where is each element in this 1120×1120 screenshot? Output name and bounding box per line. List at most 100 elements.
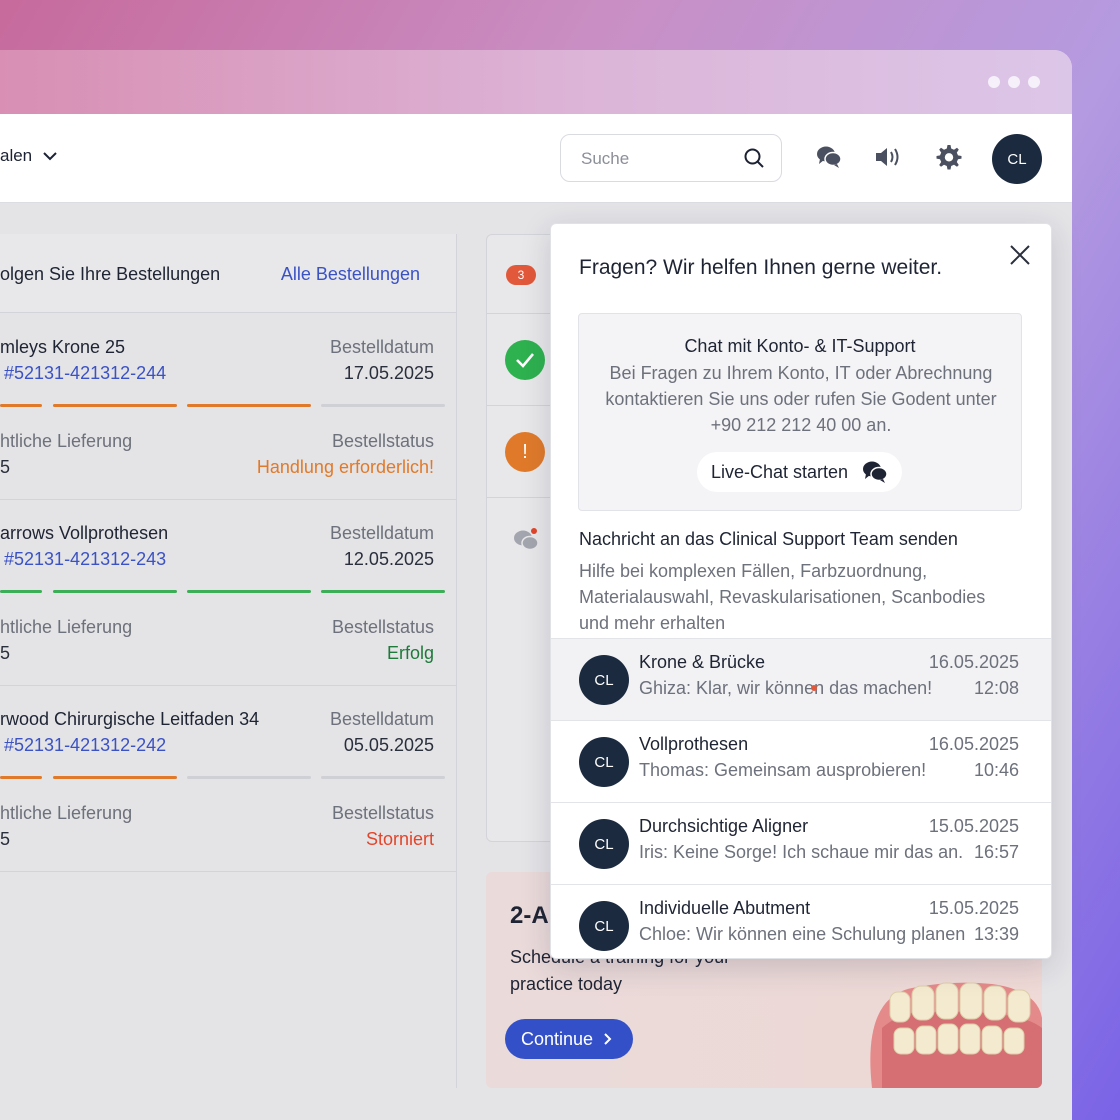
progress-segment	[0, 590, 42, 593]
support-chat-popover: Fragen? Wir helfen Ihnen gerne weiter. C…	[550, 223, 1052, 959]
progress-segment	[53, 404, 177, 407]
order-name: rwood Chirurgische Leitfaden 34	[0, 709, 260, 729]
order-card[interactable]: arrows Vollprothesen #52131-421312-243 B…	[0, 499, 456, 686]
progress-segment	[187, 404, 311, 407]
conversation-title: Individuelle Abutment	[639, 898, 811, 918]
avatar: CL	[579, 819, 629, 869]
search-input[interactable]	[579, 148, 733, 170]
progress-segment	[321, 776, 445, 779]
progress-segment	[321, 404, 445, 407]
conversation-item[interactable]: CL Krone & Brücke 16.05.2025 Ghiza: Klar…	[551, 638, 1051, 721]
conversation-title: Krone & Brücke	[639, 652, 766, 672]
unread-dot	[811, 685, 817, 691]
order-status: Handlung erforderlich!	[256, 457, 434, 477]
order-name: arrows Vollprothesen	[0, 523, 169, 543]
conversation-item[interactable]: CL Durchsichtige Aligner 15.05.2025 Iris…	[551, 802, 1051, 885]
conversation-item[interactable]: CL Vollprothesen 16.05.2025 Thomas: Geme…	[551, 720, 1051, 803]
speaker-icon[interactable]	[874, 144, 902, 170]
continue-button[interactable]: Continue	[505, 1019, 634, 1059]
order-progress-bar	[0, 776, 446, 779]
nav-dropdown[interactable]: alen	[0, 146, 58, 166]
progress-segment	[0, 404, 42, 407]
it-support-box: Chat mit Konto- & IT-Support Bei Fragen …	[578, 313, 1022, 511]
order-name: mleys Krone 25	[0, 337, 126, 357]
conversation-date: 16.05.2025	[928, 652, 1019, 672]
chat-bubbles-icon[interactable]	[816, 144, 842, 170]
order-status-label: Bestellstatus	[331, 617, 434, 637]
all-orders-link[interactable]: Alle Bestellungen	[281, 264, 420, 285]
order-date: 12.05.2025	[343, 549, 434, 569]
promo-title: 2-A	[510, 902, 549, 929]
progress-segment	[187, 776, 311, 779]
it-support-description: Bei Fragen zu Ihrem Konto, IT oder Abrec…	[605, 363, 997, 435]
window-menu-dots[interactable]	[988, 76, 1040, 88]
avatar: CL	[579, 901, 629, 951]
order-card[interactable]: rwood Chirurgische Leitfaden 34 #52131-4…	[0, 685, 456, 872]
search-icon[interactable]	[743, 147, 765, 169]
shipping-label: htliche Lieferung	[0, 803, 133, 823]
shipping-label: htliche Lieferung	[0, 431, 133, 451]
conversation-time: 12:08	[973, 678, 1019, 698]
clinical-support-description: Hilfe bei komplexen Fällen, Farbzuordnun…	[579, 561, 986, 633]
progress-segment	[321, 590, 445, 593]
warning-icon: !	[505, 432, 545, 472]
live-chat-label: Live-Chat starten	[711, 461, 849, 482]
continue-button-label: Continue	[521, 1028, 594, 1049]
order-progress-bar	[0, 590, 446, 593]
shipping-label: htliche Lieferung	[0, 617, 133, 637]
avatar: CL	[579, 737, 629, 787]
order-number-link[interactable]: #52131-421312-244	[4, 363, 166, 384]
it-support-title: Chat mit Konto- & IT-Support	[684, 336, 916, 356]
orders-header: olgen Sie Ihre Bestellungen Alle Bestell…	[0, 234, 456, 313]
orders-title: olgen Sie Ihre Bestellungen	[0, 264, 221, 284]
chevron-right-icon	[604, 1033, 612, 1045]
conversation-date: 15.05.2025	[928, 898, 1019, 918]
order-number-link[interactable]: #52131-421312-242	[4, 735, 166, 756]
progress-segment	[53, 590, 177, 593]
close-icon[interactable]	[1009, 244, 1031, 266]
order-status-label: Bestellstatus	[331, 803, 434, 823]
order-date-label: Bestelldatum	[329, 337, 434, 357]
conversation-date: 16.05.2025	[928, 734, 1019, 754]
conversation-title: Durchsichtige Aligner	[639, 816, 809, 836]
gear-icon[interactable]	[934, 143, 962, 171]
order-status-label: Bestellstatus	[331, 431, 434, 451]
conversation-last-message: Iris: Keine Sorge! Ich schaue mir das an…	[639, 842, 964, 862]
clinical-support-title[interactable]: Nachricht an das Clinical Support Team s…	[579, 529, 958, 550]
chat-bubbles-icon	[863, 461, 888, 483]
notification-count-badge: 3	[506, 265, 536, 285]
window-titlebar	[0, 50, 1072, 114]
conversation-title: Vollprothesen	[639, 734, 749, 754]
conversation-last-message: Thomas: Gemeinsam ausprobieren!	[639, 760, 927, 780]
shipping-value: 5	[0, 457, 11, 477]
user-avatar[interactable]: CL	[992, 134, 1042, 184]
order-progress-bar	[0, 404, 446, 407]
search-box	[560, 134, 782, 182]
order-date-label: Bestelldatum	[329, 709, 434, 729]
order-date: 05.05.2025	[343, 735, 434, 755]
chat-heading: Fragen? Wir helfen Ihnen gerne weiter.	[579, 256, 943, 279]
conversation-last-message: Ghiza: Klar, wir können das machen!	[639, 678, 933, 698]
live-chat-button[interactable]: Live-Chat starten	[697, 452, 903, 492]
order-date: 17.05.2025	[343, 363, 434, 383]
chevron-down-icon	[43, 152, 57, 161]
shipping-value: 5	[0, 829, 11, 849]
conversation-item[interactable]: CL Individuelle Abutment 15.05.2025 Chlo…	[551, 884, 1051, 958]
conversation-date: 15.05.2025	[928, 816, 1019, 836]
progress-segment	[0, 776, 42, 779]
order-date-label: Bestelldatum	[329, 523, 434, 543]
order-status: Storniert	[365, 829, 434, 849]
conversation-time: 16:57	[973, 842, 1019, 862]
top-bar: alen CL	[0, 114, 1072, 203]
order-card[interactable]: mleys Krone 25 #52131-421312-244 Bestell…	[0, 313, 456, 500]
orders-panel: olgen Sie Ihre Bestellungen Alle Bestell…	[0, 234, 457, 1088]
progress-segment	[187, 590, 311, 593]
order-number-link[interactable]: #52131-421312-243	[4, 549, 166, 570]
order-status: Erfolg	[386, 643, 434, 663]
conversation-time: 13:39	[973, 924, 1019, 944]
progress-segment	[53, 776, 177, 779]
check-icon	[505, 340, 545, 380]
chat-bubbles-icon	[514, 528, 539, 551]
conversation-last-message: Chloe: Wir können eine Schulung planen	[639, 924, 966, 944]
nav-dropdown-label: alen	[0, 146, 33, 165]
